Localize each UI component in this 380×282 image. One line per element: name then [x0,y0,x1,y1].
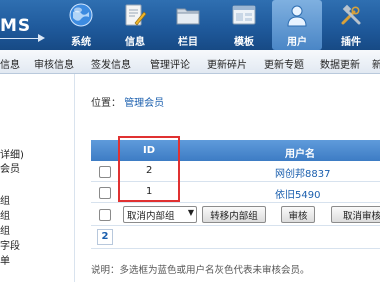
nav-label: 栏目 [178,37,198,48]
logo-arrow-icon [38,34,45,42]
pagination: 2 [91,226,380,249]
audit-button[interactable]: 审核 [281,206,315,223]
column-header-id[interactable]: ID [143,145,155,156]
nav-system[interactable]: 系统 [56,0,106,50]
secondary-menu: 信息 审核信息 签发信息 管理评论 更新碎片 更新专题 数据更新 新 [0,50,380,74]
help-note: 说明：多选框为蓝色或用户名灰色代表未审核会员。 [91,265,310,276]
breadcrumb-prefix: 位置： [91,98,121,109]
left-menu-item[interactable]: 字段 [0,237,20,252]
nav-template[interactable]: 模板 [219,0,269,50]
left-menu-item[interactable]: 组 [0,207,10,222]
nav-label: 系统 [71,37,91,48]
app-logo: MS [0,12,58,42]
row-checkbox[interactable] [99,166,111,178]
row-checkbox[interactable] [99,187,111,199]
nav-column[interactable]: 栏目 [163,0,213,50]
table-row[interactable]: 1 依旧5490 [91,182,380,203]
submenu-item[interactable]: 信息 [0,56,20,71]
submenu-item[interactable]: 签发信息 [91,56,131,71]
row-username[interactable]: 依旧5490 [275,186,320,201]
table-header: ID 用户名 [91,140,380,161]
row-username[interactable]: 网创邦8837 [275,165,330,180]
nav-label: 模板 [234,37,254,48]
bulk-actions-row: 取消内部组 ▼ 转移内部组 审核 取消审核 [91,203,380,226]
nav-label: 插件 [341,37,361,48]
submenu-item[interactable]: 新 [372,56,380,71]
chevron-down-icon: ▼ [187,208,194,217]
nav-label: 用户 [287,37,307,48]
submenu-item[interactable]: 审核信息 [34,56,74,71]
page-number[interactable]: 2 [97,229,113,245]
logo-text: MS [0,16,32,36]
submenu-item[interactable]: 管理评论 [150,56,190,71]
move-group-button[interactable]: 转移内部组 [202,206,266,223]
user-icon [287,5,307,27]
submenu-item[interactable]: 数据更新 [320,56,360,71]
group-select[interactable]: 取消内部组 ▼ [123,206,197,223]
submenu-item[interactable]: 更新专题 [264,56,304,71]
nav-user[interactable]: 用户 [272,0,322,50]
nav-plugin[interactable]: 插件 [326,0,376,50]
document-edit-icon [125,4,147,26]
nav-info[interactable]: 信息 [110,0,160,50]
left-menu: 详细) 会员 组 组 组 字段 单 [0,74,74,282]
column-header-username[interactable]: 用户名 [285,145,315,160]
logo-underline [0,38,40,39]
cancel-audit-button-label: 取消审核 [342,211,380,222]
move-group-button-label: 转移内部组 [210,211,258,222]
left-menu-item[interactable]: 组 [0,222,10,237]
template-window-icon [232,5,256,25]
globe-icon [69,3,93,27]
submenu-item[interactable]: 更新碎片 [207,56,247,71]
breadcrumb-link[interactable]: 管理会员 [124,98,164,109]
cancel-audit-button[interactable]: 取消审核 [331,206,380,223]
row-id: 1 [146,186,153,197]
left-menu-item[interactable]: 组 [0,192,10,207]
nav-label: 信息 [125,37,145,48]
row-id: 2 [146,165,153,176]
left-menu-item[interactable]: 会员 [0,160,20,175]
folder-icon [176,8,200,25]
main-content: 位置： 管理会员 ID 用户名 2 网创邦8837 1 依旧5490 取消内部组… [74,74,380,282]
audit-button-label: 审核 [288,211,308,222]
tools-icon [341,4,361,25]
select-all-checkbox[interactable] [99,209,111,221]
left-menu-item[interactable]: 单 [0,252,10,267]
breadcrumb: 位置： 管理会员 [91,94,164,109]
group-select-value: 取消内部组 [127,211,175,222]
left-menu-item[interactable]: 详细) [0,146,24,161]
top-banner: MS 系统 信息 栏目 模板 用户 插件 [0,0,380,50]
table-row[interactable]: 2 网创邦8837 [91,161,380,182]
